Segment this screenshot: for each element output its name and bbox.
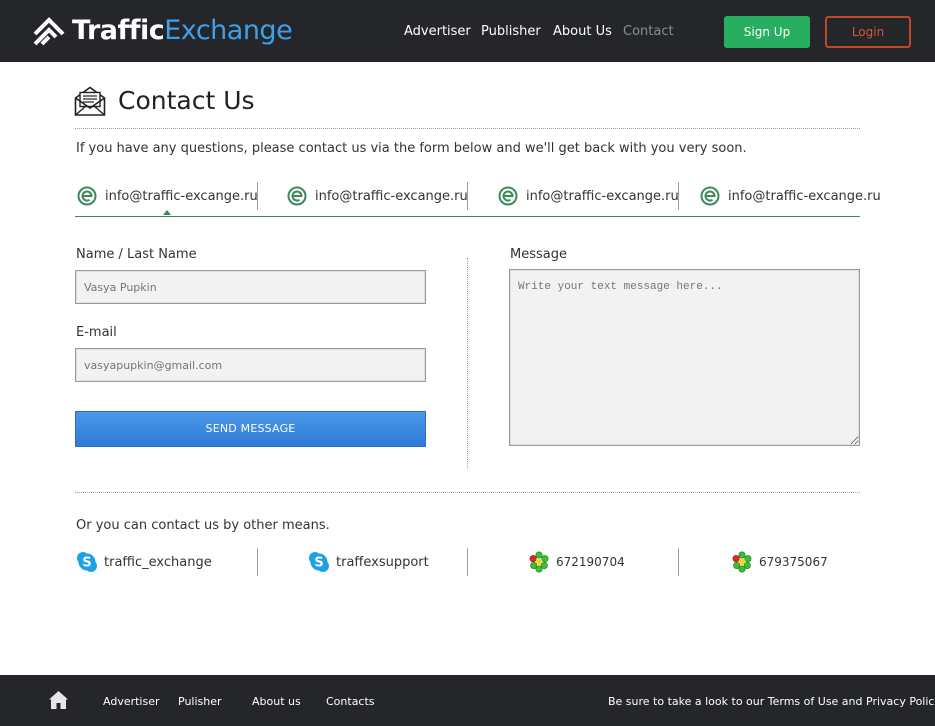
email-label: E-mail — [76, 325, 117, 340]
email-tab-1[interactable]: info@traffic-excange.ru — [77, 181, 258, 211]
email-tab-label: info@traffic-excange.ru — [105, 188, 258, 204]
footer-link-about-us[interactable]: About us — [252, 695, 301, 708]
nav-publisher[interactable]: Publisher — [481, 24, 541, 39]
email-at-icon — [498, 186, 518, 206]
contact-value: traffic_exchange — [104, 554, 212, 570]
form-column-divider — [467, 258, 468, 468]
email-tab-2[interactable]: info@traffic-excange.ru — [287, 181, 468, 211]
icq-flower-icon — [529, 551, 549, 573]
active-tab-indicator — [163, 210, 171, 215]
contact-value: traffexsupport — [336, 554, 429, 570]
nav-about-us[interactable]: About Us — [553, 24, 612, 39]
email-at-icon — [77, 186, 97, 206]
email-at-icon — [287, 186, 307, 206]
email-input[interactable] — [75, 348, 426, 382]
send-message-button[interactable]: SEND MESSAGE — [75, 411, 426, 447]
name-label: Name / Last Name — [76, 247, 197, 262]
email-tab-4[interactable]: info@traffic-excange.ru — [700, 181, 881, 211]
footer-link-advertiser[interactable]: Advertiser — [103, 695, 160, 708]
contact-divider — [467, 548, 468, 576]
envelope-letter-icon — [74, 86, 106, 116]
email-tab-3[interactable]: info@traffic-excange.ru — [498, 181, 679, 211]
home-icon[interactable] — [48, 690, 69, 710]
svg-text:S: S — [314, 556, 323, 571]
contact-value: 672190704 — [556, 555, 625, 569]
message-textarea[interactable] — [509, 269, 860, 446]
form-divider — [75, 492, 860, 493]
tab-divider — [467, 182, 468, 210]
footer-terms-note[interactable]: Be sure to take a look to our Terms of U… — [608, 695, 935, 708]
intro-text: If you have any questions, please contac… — [76, 141, 747, 156]
icq-contact-2[interactable]: 679375067 — [731, 550, 828, 574]
page-title: Contact Us — [118, 86, 255, 115]
name-input[interactable] — [75, 270, 426, 304]
skype-contact-2[interactable]: S traffexsupport — [308, 550, 429, 574]
email-tab-label: info@traffic-excange.ru — [315, 188, 468, 204]
footer-link-contacts[interactable]: Contacts — [326, 695, 375, 708]
email-tab-label: info@traffic-excange.ru — [526, 188, 679, 204]
tab-divider — [678, 182, 679, 210]
email-tab-label: info@traffic-excange.ru — [728, 188, 881, 204]
login-button[interactable]: Login — [825, 16, 911, 48]
icq-contact-1[interactable]: 672190704 — [528, 550, 625, 574]
message-label: Message — [510, 247, 567, 262]
nav-contact[interactable]: Contact — [623, 24, 674, 39]
footer-link-publisher[interactable]: Pulisher — [178, 695, 222, 708]
contact-divider — [678, 548, 679, 576]
other-means-heading: Or you can contact us by other means. — [76, 518, 330, 533]
nav-advertiser[interactable]: Advertiser — [404, 24, 471, 39]
signup-button[interactable]: Sign Up — [724, 16, 810, 48]
skype-icon: S — [77, 552, 97, 572]
tab-divider — [257, 182, 258, 210]
svg-text:S: S — [82, 556, 91, 571]
icq-flower-icon — [732, 551, 752, 573]
title-divider — [75, 128, 860, 129]
skype-icon: S — [309, 552, 329, 572]
skype-contact-1[interactable]: S traffic_exchange — [76, 550, 212, 574]
email-at-icon — [700, 186, 720, 206]
contact-value: 679375067 — [759, 555, 828, 569]
contact-divider — [257, 548, 258, 576]
